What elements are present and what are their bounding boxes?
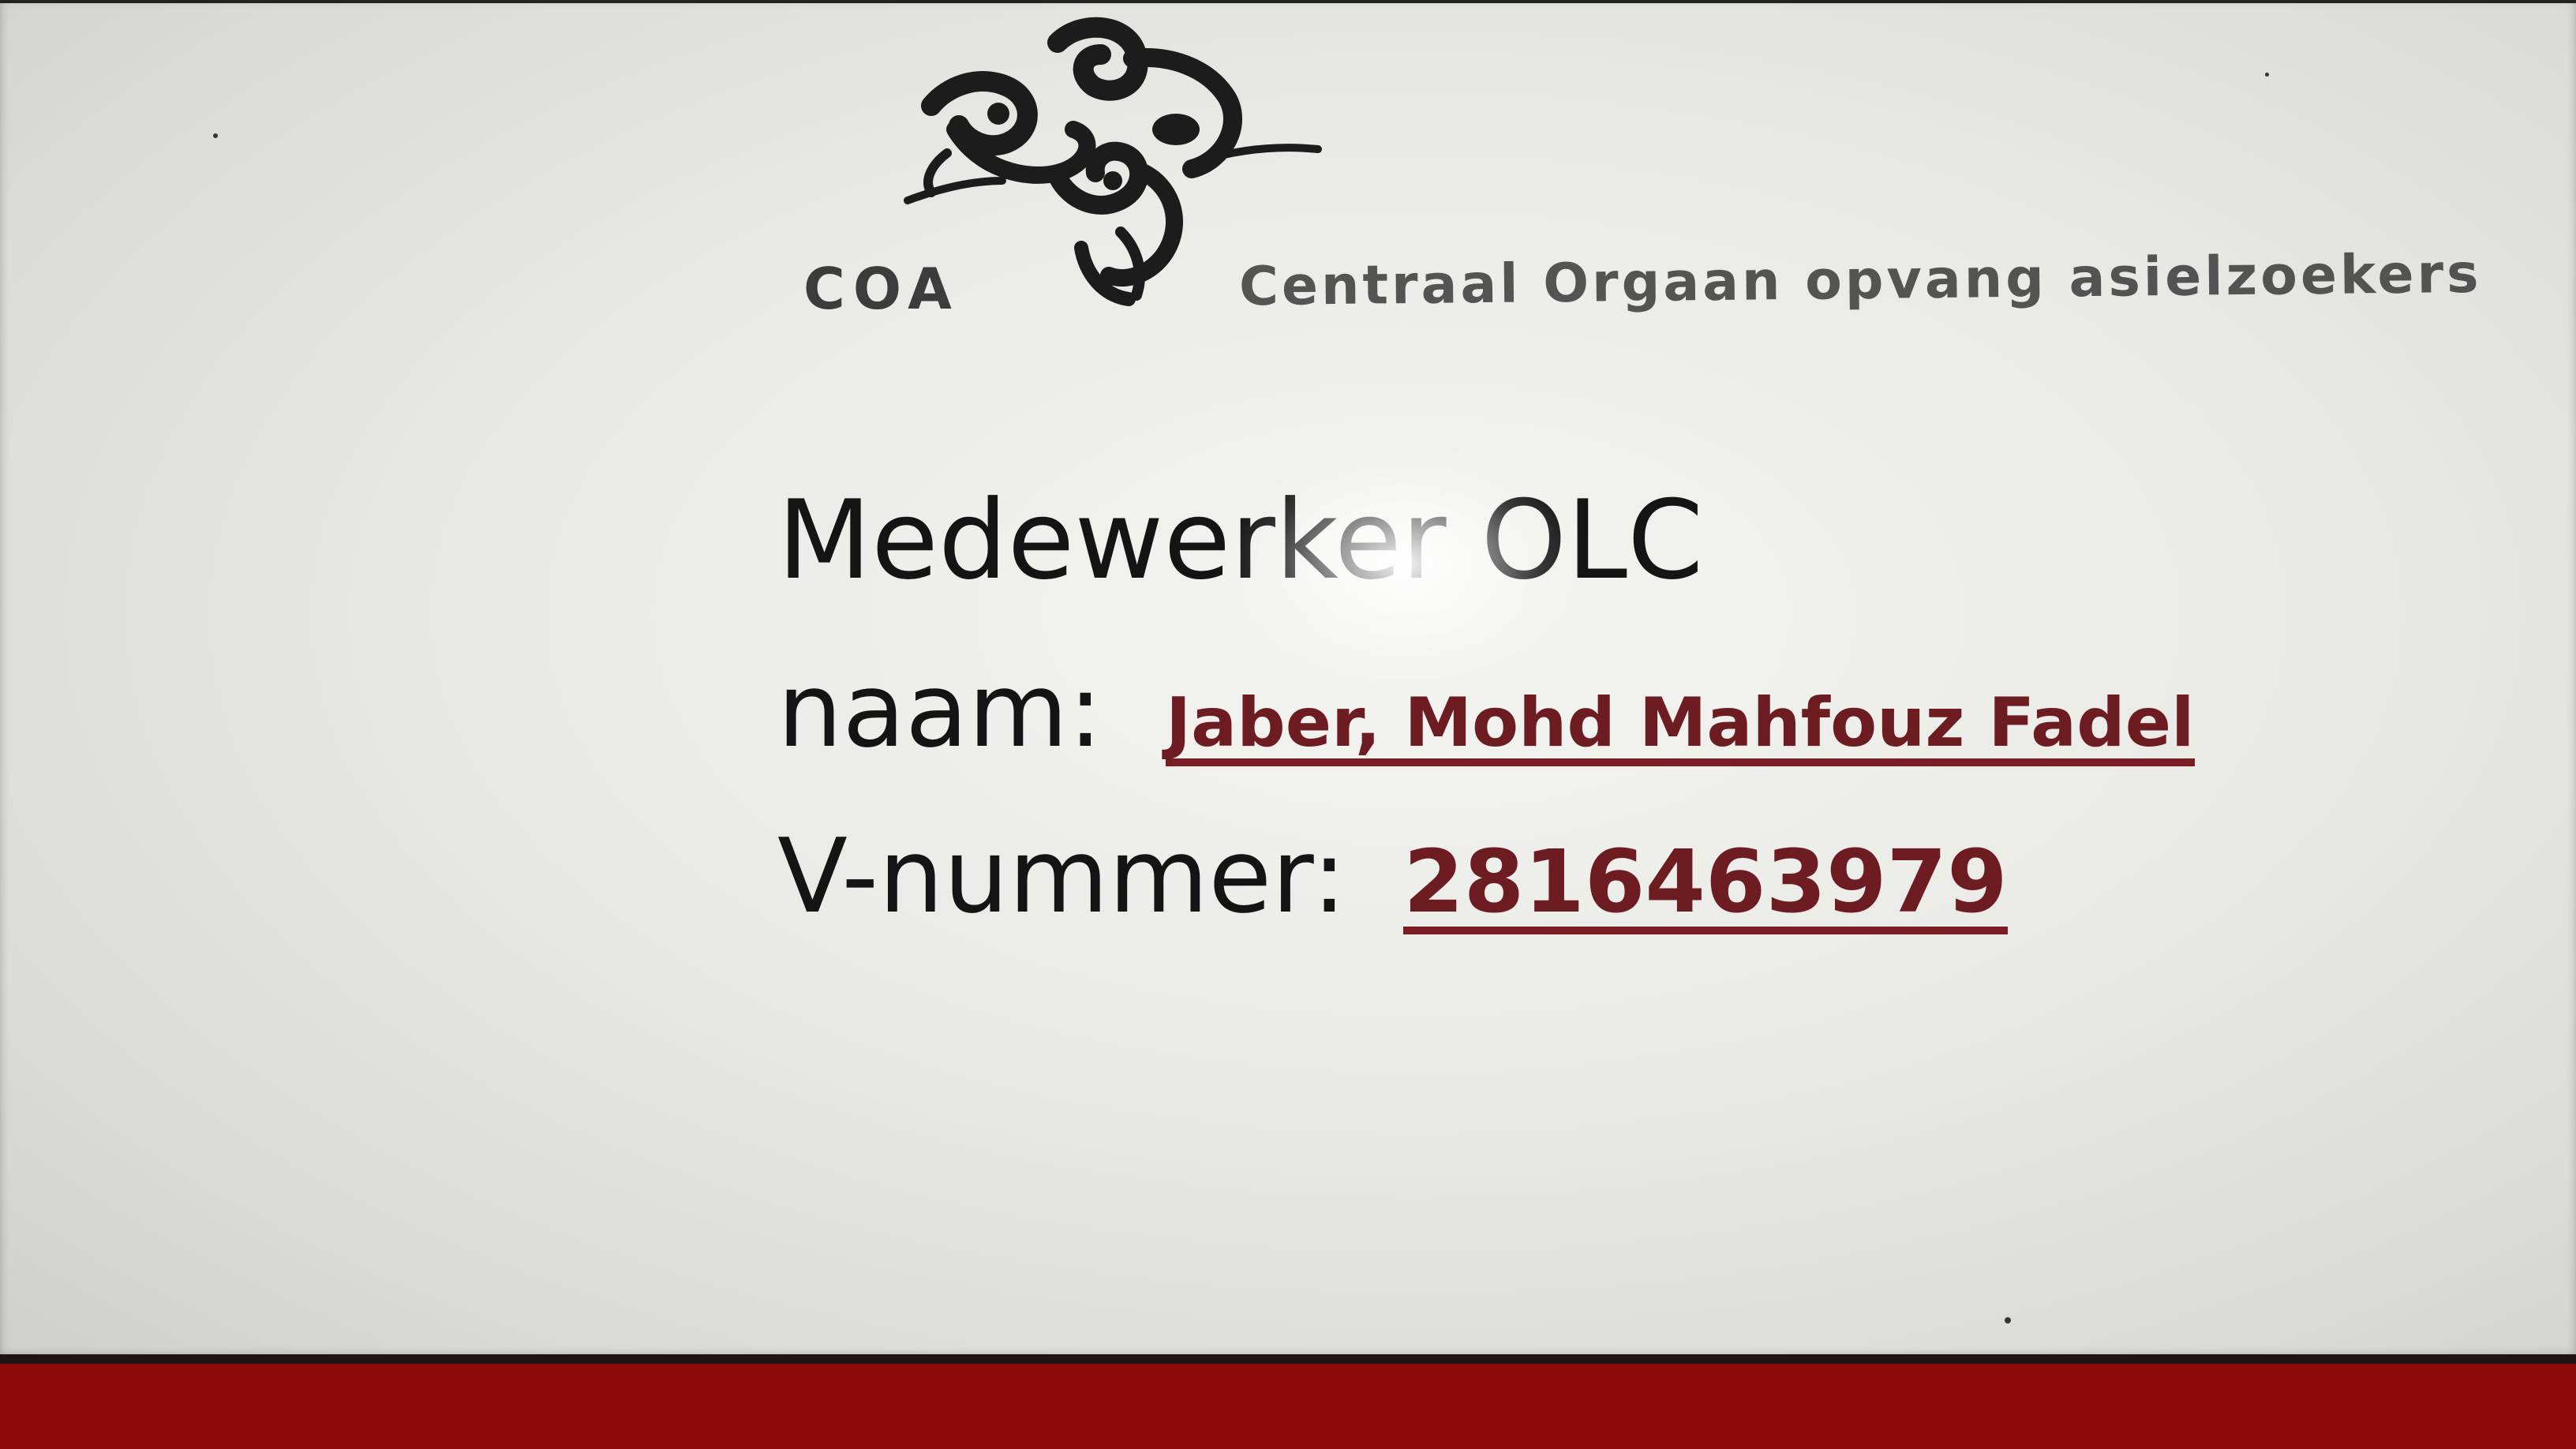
- speck-mark: [213, 133, 218, 138]
- id-card: COA Centraal Orgaan opvang asielzoekers …: [0, 0, 2576, 1361]
- name-row: naam: Jaber, Mohd Mahfouz Fadel: [777, 650, 2195, 770]
- role-title: Medewerker OLC: [777, 477, 1704, 604]
- vnumber-value: 2816463979: [1403, 838, 2008, 934]
- card-edge: [0, 1354, 2576, 1364]
- coa-abbreviation: COA: [803, 256, 960, 322]
- photo-scene: COA Centraal Orgaan opvang asielzoekers …: [0, 0, 2576, 1449]
- name-value: Jaber, Mohd Mahfouz Fadel: [1166, 689, 2195, 766]
- organization-name: Centraal Orgaan opvang asielzoekers: [1238, 242, 2482, 319]
- speck-mark: [2265, 73, 2269, 77]
- name-label: naam:: [777, 650, 1103, 770]
- vnumber-label: V-nummer:: [777, 816, 1347, 936]
- speck-mark: [2005, 1317, 2011, 1324]
- vnumber-row: V-nummer: 2816463979: [777, 816, 2008, 936]
